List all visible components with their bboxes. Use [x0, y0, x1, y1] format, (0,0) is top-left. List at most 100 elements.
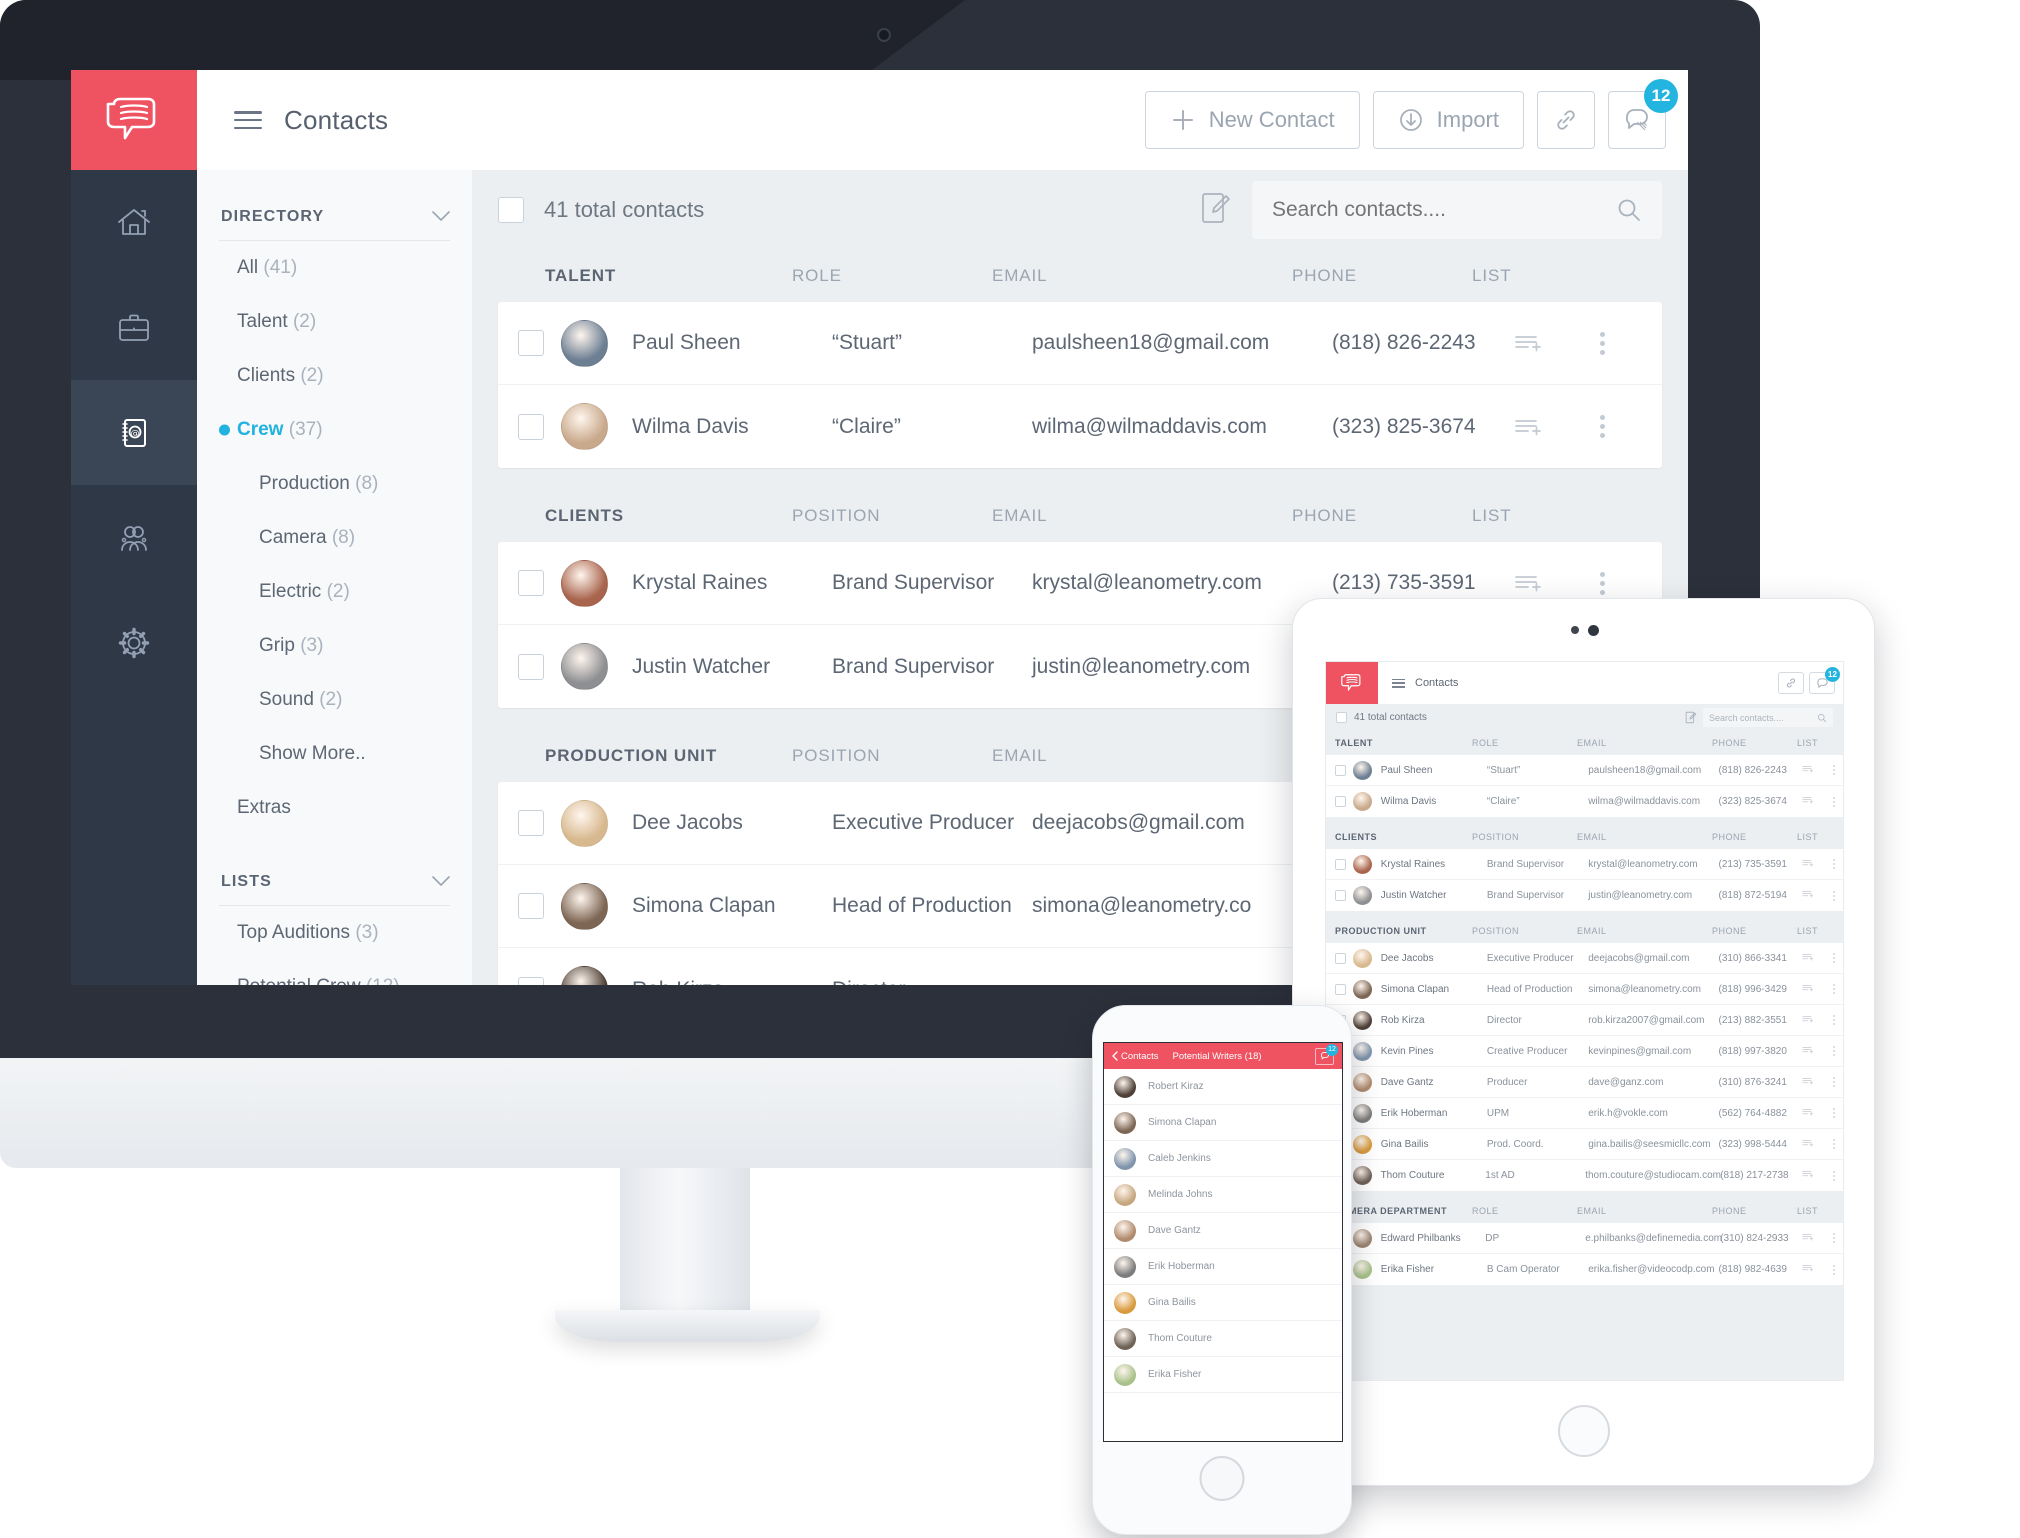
- add-to-list-button[interactable]: [1512, 415, 1582, 439]
- tablet-home-button[interactable]: [1557, 1405, 1610, 1457]
- row-checkbox[interactable]: [518, 570, 544, 596]
- row-checkbox[interactable]: [518, 653, 544, 680]
- row-menu-button[interactable]: [1826, 1264, 1843, 1275]
- sidebar-item-extras[interactable]: Extras: [219, 781, 450, 835]
- tablet-table-row[interactable]: Dave Gantz Producer dave@ganz.com (310) 876…: [1326, 1067, 1843, 1098]
- add-to-list-icon[interactable]: [1512, 571, 1542, 595]
- tablet-row-checkbox[interactable]: [1335, 890, 1346, 901]
- add-to-list-button[interactable]: [1801, 1229, 1826, 1247]
- list-item[interactable]: Robert Kiraz: [1104, 1069, 1342, 1105]
- tablet-table-row[interactable]: Erika Fisher B Cam Operator erika.fisher@v…: [1326, 1254, 1843, 1285]
- row-checkbox[interactable]: [518, 893, 544, 919]
- add-to-list-icon[interactable]: [1801, 983, 1814, 993]
- row-menu-button[interactable]: [1826, 859, 1843, 869]
- row-menu-button[interactable]: [1826, 765, 1843, 775]
- row-checkbox[interactable]: [518, 976, 544, 985]
- add-to-list-icon[interactable]: [1801, 1138, 1814, 1148]
- tablet-row-checkbox[interactable]: [1335, 983, 1346, 995]
- row-menu-button[interactable]: [1826, 1108, 1843, 1118]
- tablet-table-row[interactable]: Kevin Pines Creative Producer kevinpines@g…: [1326, 1036, 1843, 1067]
- tablet-app-logo[interactable]: [1326, 662, 1378, 704]
- add-to-list-icon[interactable]: [1512, 415, 1542, 439]
- tablet-link-button[interactable]: [1778, 672, 1804, 694]
- row-menu-button[interactable]: [1826, 984, 1843, 994]
- tablet-table-row[interactable]: Wilma Davis “Claire” wilma@wilmaddavis.com…: [1326, 786, 1843, 817]
- row-menu-button[interactable]: [1826, 953, 1843, 963]
- tablet-select-all-checkbox[interactable]: [1336, 712, 1347, 723]
- table-row[interactable]: Paul Sheen “Stuart” paulsheen18@gmail.com (…: [498, 302, 1662, 385]
- list-item[interactable]: Melinda Johns: [1104, 1177, 1342, 1213]
- import-button[interactable]: Import: [1372, 91, 1524, 149]
- phone-home-button[interactable]: [1199, 1456, 1245, 1501]
- sidebar-item-show-more[interactable]: Show More..: [219, 727, 450, 781]
- tablet-table-row[interactable]: Krystal Raines Brand Supervisor krystal@le…: [1326, 849, 1843, 880]
- phone-back-button[interactable]: Contacts: [1112, 1051, 1159, 1062]
- list-item[interactable]: Caleb Jenkins: [1104, 1141, 1342, 1177]
- add-to-list-button[interactable]: [1512, 331, 1582, 355]
- sidebar-item-talent[interactable]: Talent (2): [219, 295, 450, 349]
- tablet-chat-button[interactable]: 12: [1809, 667, 1840, 694]
- list-item[interactable]: Gina Bailis: [1104, 1285, 1342, 1321]
- row-menu-button[interactable]: [1582, 571, 1622, 595]
- add-to-list-button[interactable]: [1801, 1073, 1826, 1091]
- add-to-list-button[interactable]: [1801, 1261, 1826, 1279]
- sidebar-item-electric[interactable]: Electric (2): [219, 565, 450, 619]
- search-box[interactable]: [1252, 181, 1662, 239]
- row-checkbox[interactable]: [518, 330, 544, 356]
- add-to-list-icon[interactable]: [1801, 858, 1814, 868]
- row-menu-button[interactable]: [1826, 796, 1843, 807]
- tablet-table-row[interactable]: Simona Clapan Head of Production simona@le…: [1326, 974, 1843, 1005]
- rail-item-team[interactable]: [71, 485, 197, 590]
- row-menu-button[interactable]: [1826, 1015, 1843, 1025]
- tablet-table-row[interactable]: Rob Kirza Director rob.kirza2007@gmail.com…: [1326, 1005, 1843, 1036]
- add-to-list-button[interactable]: [1801, 761, 1826, 779]
- tablet-row-checkbox[interactable]: [1335, 858, 1346, 870]
- directory-section-header[interactable]: DIRECTORY: [219, 170, 450, 241]
- add-to-list-icon[interactable]: [1801, 1076, 1814, 1086]
- sidebar-item-camera[interactable]: Camera (8): [219, 511, 450, 565]
- add-to-list-button[interactable]: [1801, 1042, 1826, 1060]
- row-menu-button[interactable]: [1582, 331, 1622, 355]
- rail-item-home[interactable]: [71, 170, 197, 275]
- add-to-list-icon[interactable]: [1801, 1263, 1814, 1273]
- search-input[interactable]: [1272, 198, 1616, 222]
- sidebar-item-grip[interactable]: Grip (3): [219, 619, 450, 673]
- add-to-list-button[interactable]: [1801, 793, 1826, 811]
- add-to-list-icon[interactable]: [1801, 764, 1814, 774]
- row-menu-button[interactable]: [1826, 1233, 1843, 1243]
- tablet-row-checkbox[interactable]: [1335, 764, 1346, 776]
- tablet-row-checkbox[interactable]: [1335, 952, 1346, 964]
- add-to-list-icon[interactable]: [1801, 952, 1814, 962]
- add-to-list-icon[interactable]: [1512, 331, 1542, 355]
- add-to-list-button[interactable]: [1801, 949, 1826, 967]
- tablet-table-row[interactable]: Paul Sheen “Stuart” paulsheen18@gmail.com (…: [1326, 755, 1843, 786]
- compose-button[interactable]: [1200, 191, 1232, 230]
- add-to-list-icon[interactable]: [1801, 1169, 1814, 1179]
- tablet-table-row[interactable]: Justin Watcher Brand Supervisor justin@lea…: [1326, 880, 1843, 911]
- list-item[interactable]: Dave Gantz: [1104, 1213, 1342, 1249]
- add-to-list-button[interactable]: [1801, 855, 1826, 873]
- row-checkbox[interactable]: [518, 810, 544, 836]
- chevron-down-icon[interactable]: [432, 209, 450, 226]
- sidebar-item-all[interactable]: All (41): [219, 241, 450, 295]
- sidebar-item-sound[interactable]: Sound (2): [219, 673, 450, 727]
- rail-item-projects[interactable]: [71, 275, 197, 380]
- add-to-list-button[interactable]: [1801, 887, 1826, 905]
- new-contact-button[interactable]: New Contact: [1144, 91, 1360, 149]
- sidebar-item-clients[interactable]: Clients (2): [219, 349, 450, 403]
- add-to-list-icon[interactable]: [1801, 1014, 1814, 1024]
- add-to-list-icon[interactable]: [1801, 795, 1814, 805]
- hamburger-icon[interactable]: [234, 111, 262, 129]
- chevron-down-icon[interactable]: [432, 874, 450, 891]
- add-to-list-button[interactable]: [1801, 980, 1826, 998]
- tablet-table-row[interactable]: Gina Bailis Prod. Coord. gina.bailis@seesm…: [1326, 1129, 1843, 1160]
- add-to-list-button[interactable]: [1801, 1011, 1826, 1029]
- add-to-list-button[interactable]: [1801, 1104, 1826, 1122]
- app-logo[interactable]: [71, 70, 197, 170]
- tablet-table-row[interactable]: Dee Jacobs Executive Producer deejacobs@gm…: [1326, 943, 1843, 974]
- row-menu-button[interactable]: [1826, 1077, 1843, 1087]
- rail-item-contacts[interactable]: @: [71, 380, 197, 485]
- sidebar-item-crew[interactable]: Crew (37): [219, 403, 450, 457]
- tablet-table-row[interactable]: Thom Couture 1st AD thom.couture@studiocam…: [1326, 1160, 1843, 1191]
- add-to-list-button[interactable]: [1512, 571, 1582, 595]
